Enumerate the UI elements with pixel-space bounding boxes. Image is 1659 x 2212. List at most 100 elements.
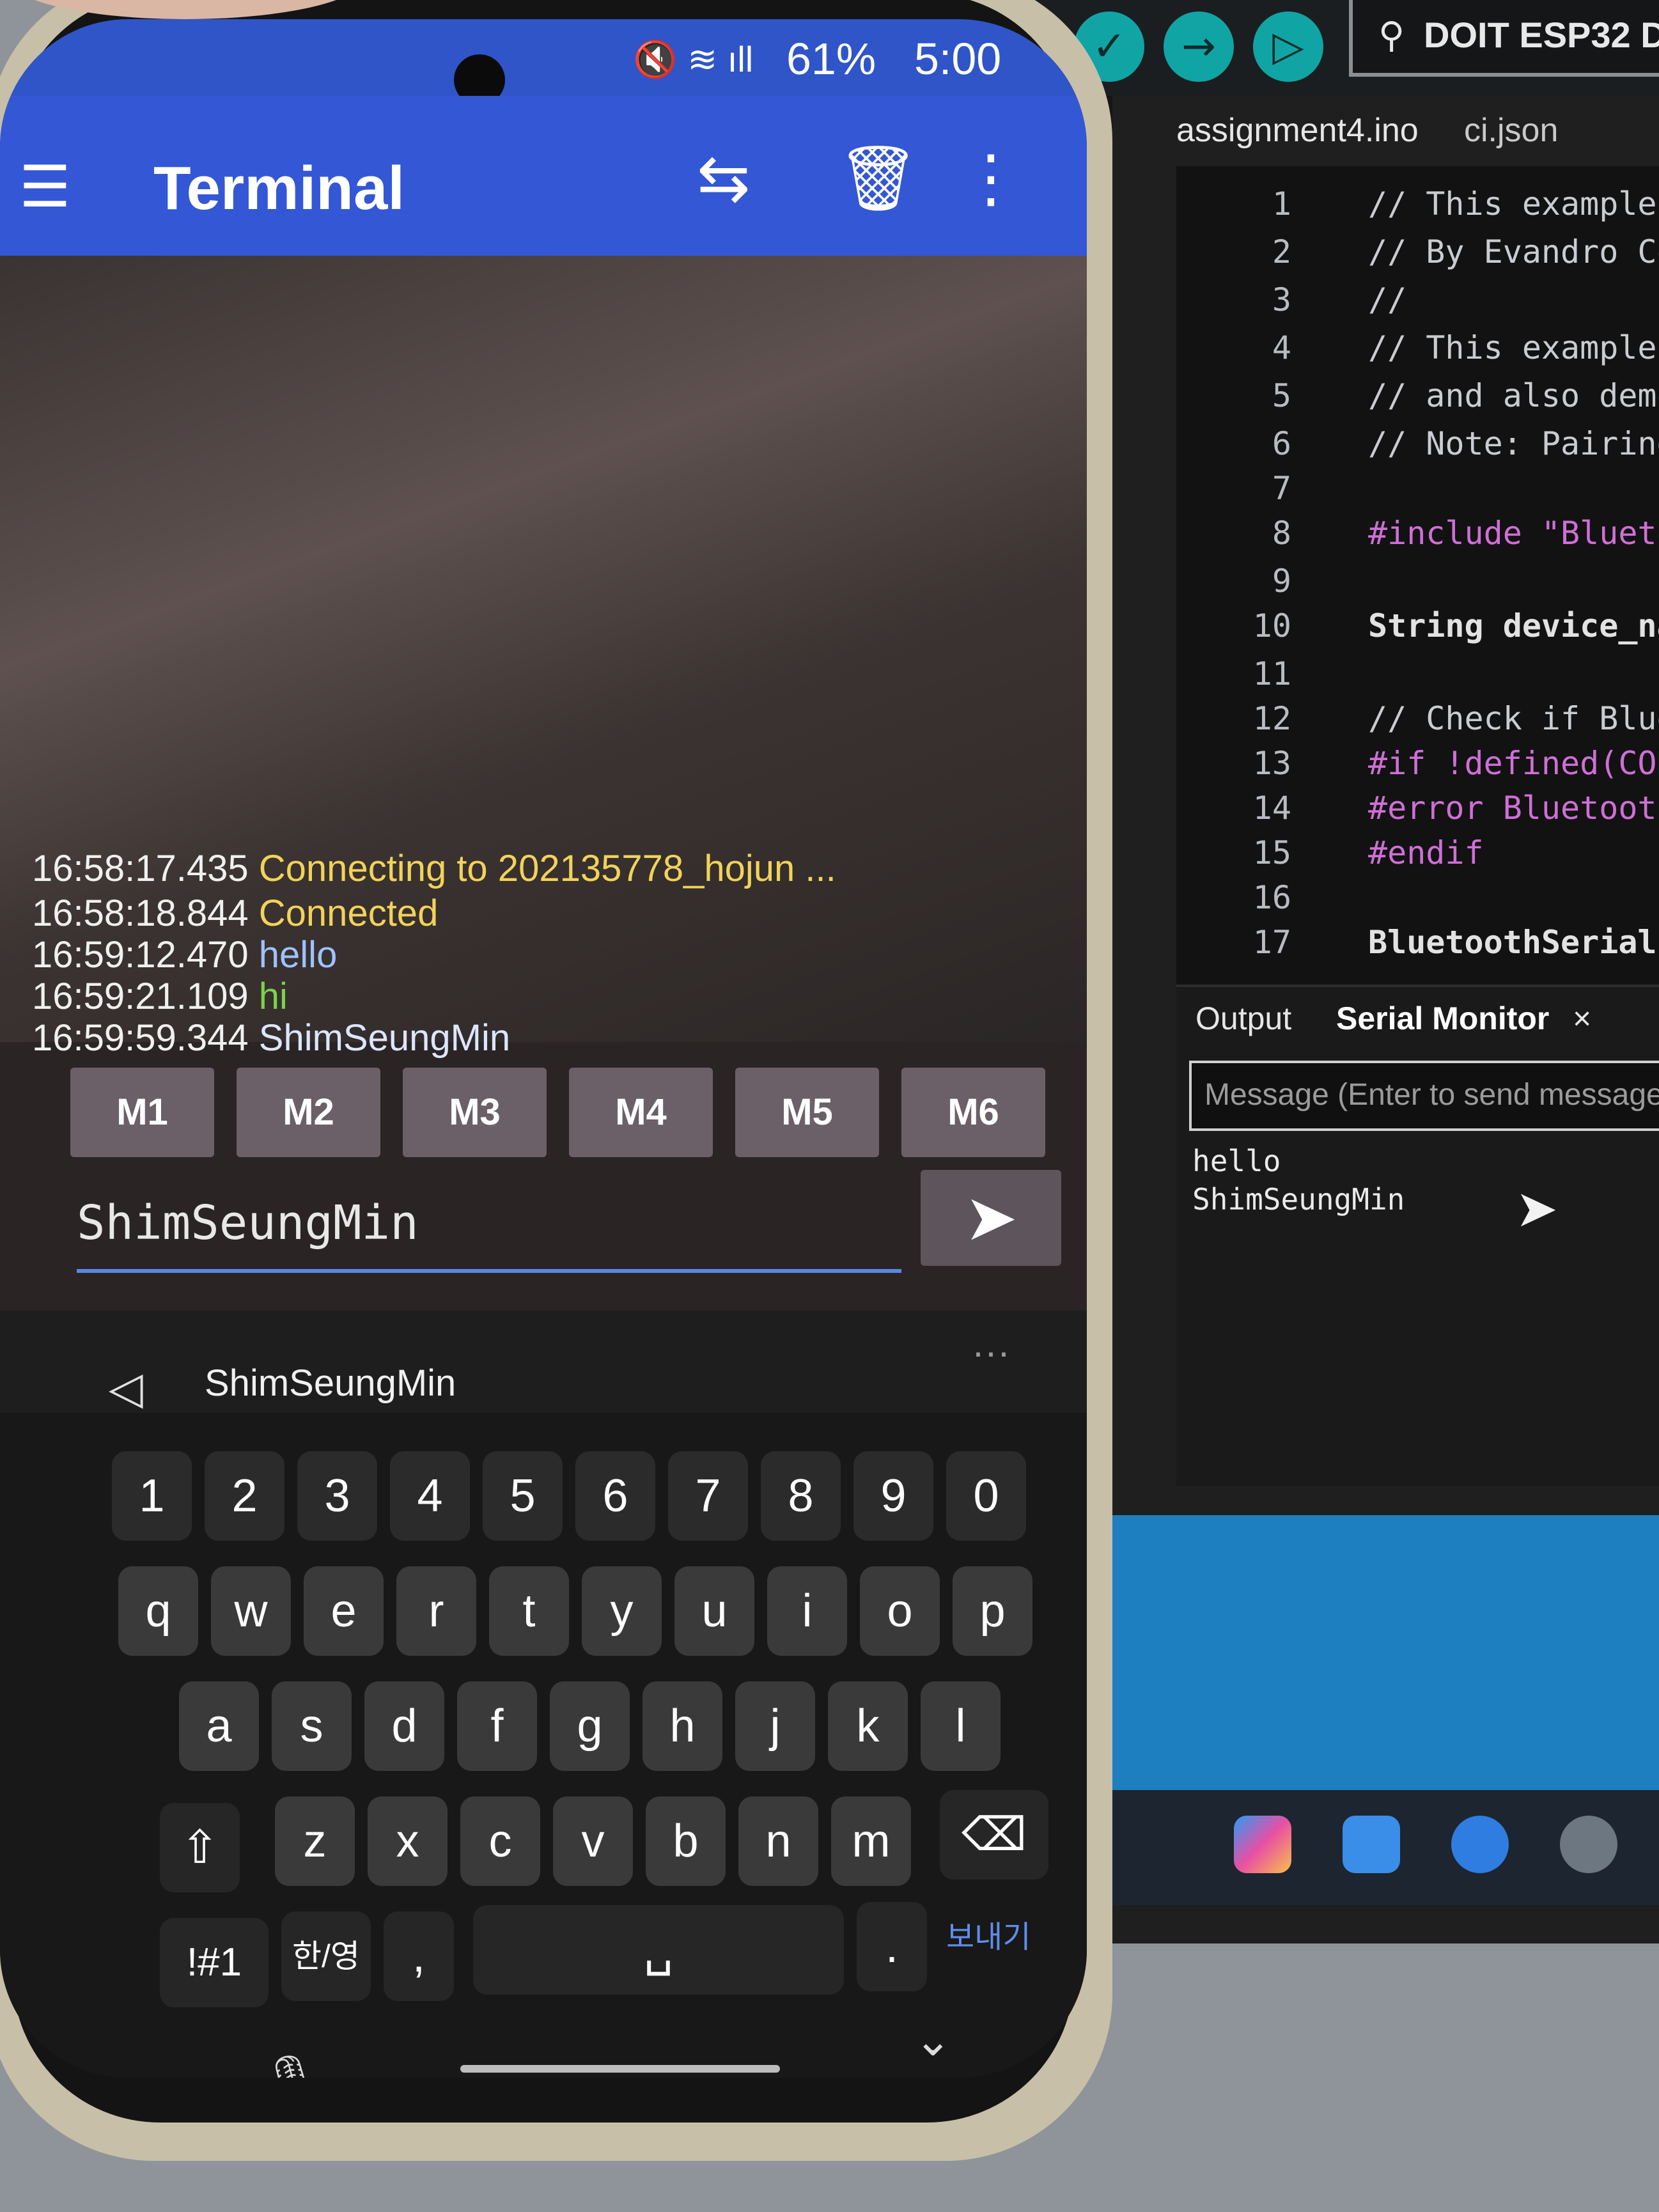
key[interactable]: r bbox=[396, 1566, 476, 1656]
key[interactable]: m bbox=[831, 1796, 911, 1886]
board-selector[interactable]: ⚲ DOIT ESP32 D bbox=[1349, 0, 1659, 77]
clipboard-back-icon[interactable]: ◁ bbox=[109, 1362, 143, 1414]
key[interactable]: w bbox=[211, 1566, 291, 1656]
code-editor[interactable]: 1// This example co 2// By Evandro Cope … bbox=[1176, 166, 1659, 985]
period-key[interactable]: . bbox=[857, 1902, 927, 1991]
key[interactable]: g bbox=[550, 1681, 630, 1771]
key[interactable]: v bbox=[553, 1796, 633, 1886]
line-number: 8 bbox=[1272, 515, 1291, 552]
key[interactable]: l bbox=[921, 1681, 1001, 1771]
app-bar: ☰ Terminal ⇆ 🗑 ⋮ bbox=[0, 96, 1087, 256]
upload-button[interactable]: → bbox=[1164, 12, 1234, 82]
code-line: // This example co bbox=[1368, 185, 1659, 222]
tab-output[interactable]: Output bbox=[1196, 1000, 1291, 1037]
hamburger-icon[interactable]: ☰ bbox=[19, 153, 71, 221]
copilot-icon[interactable] bbox=[1234, 1816, 1291, 1873]
key[interactable]: 9 bbox=[853, 1451, 933, 1541]
key[interactable]: u bbox=[674, 1566, 754, 1656]
code-line: // Note: Pairing i bbox=[1368, 425, 1659, 462]
trash-icon[interactable]: 🗑 bbox=[837, 141, 919, 216]
key[interactable]: 5 bbox=[483, 1451, 563, 1541]
line-number: 5 bbox=[1272, 377, 1291, 414]
key[interactable]: t bbox=[489, 1566, 569, 1656]
key[interactable]: 4 bbox=[390, 1451, 470, 1541]
key[interactable]: a bbox=[179, 1681, 259, 1771]
key[interactable]: b bbox=[646, 1796, 726, 1886]
line-number: 2 bbox=[1272, 233, 1291, 270]
close-icon[interactable]: × bbox=[1573, 1000, 1591, 1037]
phone-frame: 🔇 ≋ ıll 61% 5:00 ☰ Terminal ⇆ 🗑 ⋮ 16:58:… bbox=[0, 0, 1112, 2161]
more-vert-icon[interactable]: ⋮ bbox=[959, 141, 1023, 215]
macro-button-m2[interactable]: M2 bbox=[237, 1068, 380, 1157]
mic-icon[interactable]: 🎙 bbox=[262, 2052, 319, 2078]
key[interactable]: k bbox=[828, 1681, 908, 1771]
key[interactable]: 0 bbox=[946, 1451, 1026, 1541]
key[interactable]: e bbox=[304, 1566, 384, 1656]
key[interactable]: 6 bbox=[575, 1451, 655, 1541]
line-number: 9 bbox=[1272, 563, 1291, 600]
tab-ci-json[interactable]: ci.json bbox=[1464, 111, 1558, 150]
send-input-value: ShimSeungMin bbox=[77, 1196, 419, 1250]
debug-button[interactable]: ▷ bbox=[1253, 12, 1323, 82]
macro-button-m1[interactable]: M1 bbox=[70, 1068, 214, 1157]
key[interactable]: s bbox=[272, 1681, 352, 1771]
tab-assignment4-ino[interactable]: assignment4.ino bbox=[1176, 111, 1419, 150]
ide-toolbar: ✓ → ▷ ⚲ DOIT ESP32 D bbox=[1023, 0, 1659, 96]
line-number: 17 bbox=[1252, 924, 1291, 961]
log-message: hi bbox=[258, 976, 288, 1017]
line-number: 3 bbox=[1272, 281, 1291, 318]
key[interactable]: i bbox=[767, 1566, 847, 1656]
space-key[interactable]: ␣ bbox=[473, 1905, 844, 1995]
key[interactable]: p bbox=[953, 1566, 1032, 1656]
send-input[interactable]: ShimSeungMin bbox=[38, 1183, 901, 1279]
symbols-key[interactable]: !#1 bbox=[160, 1918, 269, 2007]
key[interactable]: f bbox=[457, 1681, 537, 1771]
more-horiz-icon[interactable]: ··· bbox=[972, 1330, 1010, 1374]
key[interactable]: 7 bbox=[668, 1451, 748, 1541]
code-line: // and also demons bbox=[1368, 377, 1659, 414]
key[interactable]: 2 bbox=[205, 1451, 284, 1541]
macro-button-m3[interactable]: M3 bbox=[403, 1068, 547, 1157]
key[interactable]: n bbox=[738, 1796, 818, 1886]
log-message: Connected bbox=[258, 892, 439, 934]
key[interactable]: x bbox=[368, 1796, 448, 1886]
tab-serial-monitor[interactable]: Serial Monitor bbox=[1336, 1000, 1549, 1037]
line-number: 1 bbox=[1272, 185, 1291, 222]
serial-output-line: hello bbox=[1192, 1144, 1281, 1178]
macro-button-m5[interactable]: M5 bbox=[735, 1068, 879, 1157]
log-line: 16:58:18.844 Connected bbox=[32, 892, 438, 935]
log-line: 16:59:12.470 hello bbox=[32, 933, 337, 976]
language-key[interactable]: 한/영 bbox=[281, 1912, 371, 2001]
shift-icon[interactable]: ⇧ bbox=[160, 1803, 240, 1892]
key[interactable]: d bbox=[364, 1681, 444, 1771]
backspace-icon[interactable]: ⌫ bbox=[940, 1790, 1048, 1880]
key[interactable]: 8 bbox=[761, 1451, 841, 1541]
macro-button-m4[interactable]: M4 bbox=[569, 1068, 713, 1157]
key[interactable]: h bbox=[643, 1681, 722, 1771]
settings-icon[interactable] bbox=[1560, 1816, 1617, 1873]
key[interactable]: q bbox=[118, 1566, 198, 1656]
suggestion-word[interactable]: ShimSeungMin bbox=[205, 1362, 456, 1405]
comma-key[interactable]: , bbox=[384, 1912, 454, 2001]
key[interactable]: z bbox=[275, 1796, 355, 1886]
key[interactable]: y bbox=[582, 1566, 662, 1656]
search-app-icon[interactable] bbox=[1451, 1816, 1509, 1873]
send-key[interactable]: 보내기 bbox=[946, 1912, 1031, 1956]
serial-message-input[interactable]: Message (Enter to send message to bbox=[1189, 1061, 1659, 1131]
key[interactable]: c bbox=[460, 1796, 540, 1886]
send-button[interactable]: ➤ bbox=[921, 1170, 1061, 1266]
line-number: 12 bbox=[1252, 700, 1291, 737]
key[interactable]: o bbox=[860, 1566, 940, 1656]
chevron-down-icon[interactable]: ⌄ bbox=[914, 2014, 952, 2066]
key[interactable]: 3 bbox=[297, 1451, 377, 1541]
home-indicator[interactable] bbox=[460, 2065, 780, 2073]
code-line: // By Evandro Cope bbox=[1368, 233, 1659, 270]
connect-icon[interactable]: ⇆ bbox=[697, 141, 751, 215]
key[interactable]: j bbox=[735, 1681, 815, 1771]
app-icon[interactable] bbox=[1343, 1816, 1400, 1873]
line-number: 13 bbox=[1252, 745, 1291, 782]
macro-button-m6[interactable]: M6 bbox=[901, 1068, 1045, 1157]
key[interactable]: 1 bbox=[112, 1451, 192, 1541]
code-line: #endif bbox=[1368, 834, 1484, 871]
clock: 5:00 bbox=[914, 34, 1002, 84]
